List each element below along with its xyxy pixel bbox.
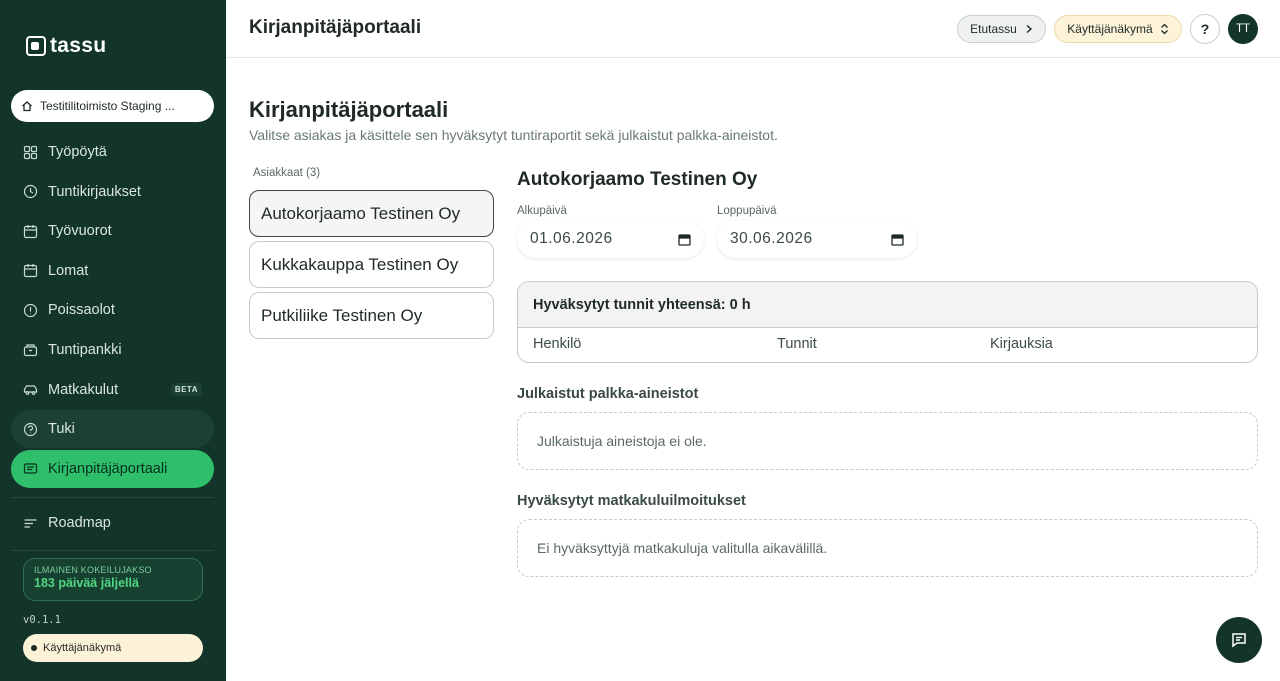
sidebar-item-tyopoyta[interactable]: Työpöytä: [11, 133, 214, 171]
piggy-bank-icon: [23, 344, 38, 357]
column-header-tunnit: Tunnit: [777, 336, 817, 352]
calendar-icon[interactable]: [891, 233, 904, 246]
calendar-icon: [23, 264, 38, 278]
payroll-empty-state: Julkaistuja aineistoja ei ole.: [517, 412, 1258, 470]
page-title: Kirjanpitäjäportaali: [249, 97, 449, 122]
sidebar-item-kirjanpitajaportaali[interactable]: Kirjanpitäjäportaali: [11, 449, 214, 488]
home-icon: [22, 101, 32, 112]
tassu-logo-icon: [26, 36, 46, 56]
help-button[interactable]: ?: [1190, 14, 1220, 44]
beta-badge: BETA: [170, 383, 202, 397]
user-view-label: Käyttäjänäkymä: [43, 642, 122, 654]
payroll-section-title: Julkaistut palkka-aineistot: [517, 386, 699, 402]
id-card-icon: [23, 463, 38, 474]
hours-total: Hyväksytyt tunnit yhteensä: 0 h: [518, 282, 1257, 328]
sidebar-item-tyovuorot[interactable]: Työvuorot: [11, 212, 214, 250]
sidebar-item-label: Tuntikirjaukset: [48, 183, 141, 200]
sidebar-divider: [11, 550, 214, 551]
sidebar-nav: Työpöytä Tuntikirjaukset Työvuorot Lomat…: [11, 133, 214, 489]
sidebar-item-tuntipankki[interactable]: Tuntipankki: [11, 331, 214, 369]
start-date-label: Alkupäivä: [517, 205, 567, 217]
end-date-input[interactable]: 30.06.2026: [717, 220, 917, 258]
grid-icon: [23, 145, 38, 159]
view-switch-button[interactable]: Käyttäjänäkymä: [1054, 15, 1182, 43]
sidebar-item-lomat[interactable]: Lomat: [11, 252, 214, 290]
client-item[interactable]: Putkiliike Testinen Oy: [249, 292, 494, 339]
sidebar-item-label: Poissaolot: [48, 302, 115, 319]
trial-days: 183 päivää jäljellä: [34, 576, 139, 590]
trial-badge: ILMAINEN KOKEILUJAKSO 183 päivää jäljell…: [23, 558, 203, 601]
travel-section-title: Hyväksytyt matkakuluilmoitukset: [517, 493, 746, 509]
sidebar-item-tuntikirjaukset[interactable]: Tuntikirjaukset: [11, 173, 214, 211]
sidebar-item-label: Roadmap: [48, 515, 111, 531]
view-switch-label: Käyttäjänäkymä: [1067, 22, 1153, 36]
clock-icon: [23, 184, 38, 199]
calendar-icon[interactable]: [678, 233, 691, 246]
column-header-kirjauksia: Kirjauksia: [990, 336, 1053, 352]
chevron-right-icon: [1026, 24, 1032, 34]
sidebar-item-label: Työvuorot: [48, 223, 112, 240]
sidebar-item-label: Matkakulut: [48, 381, 119, 398]
organization-name: Testitilitoimisto Staging ...: [40, 99, 175, 113]
car-icon: [23, 385, 38, 395]
chat-button[interactable]: [1216, 617, 1262, 663]
etutassu-button[interactable]: Etutassu: [957, 15, 1046, 43]
clients-label: Asiakkaat (3): [253, 167, 321, 179]
topbar-title: Kirjanpitäjäportaali: [249, 17, 422, 38]
sidebar-item-tuki[interactable]: Tuki: [11, 410, 214, 449]
sidebar-item-roadmap[interactable]: Roadmap: [11, 504, 214, 542]
app-version: v0.1.1: [23, 614, 61, 626]
client-item[interactable]: Autokorjaamo Testinen Oy: [249, 190, 494, 237]
start-date-value: 01.06.2026: [530, 230, 613, 247]
logo[interactable]: tassu: [26, 34, 106, 58]
help-icon: ?: [1200, 21, 1210, 37]
sidebar-item-label: Lomat: [48, 262, 89, 279]
list-icon: [24, 518, 37, 528]
help-circle-icon: [23, 422, 38, 436]
status-dot-icon: [31, 645, 37, 651]
topbar: Kirjanpitäjäportaali Etutassu Käyttäjänä…: [226, 0, 1280, 58]
selected-client-title: Autokorjaamo Testinen Oy: [517, 169, 758, 190]
alert-circle-icon: [23, 303, 38, 317]
avatar[interactable]: TT: [1228, 14, 1258, 44]
sidebar-item-label: Tuntipankki: [48, 341, 122, 358]
column-header-henkilo: Henkilö: [533, 336, 582, 352]
page-subtitle: Valitse asiakas ja käsittele sen hyväksy…: [249, 127, 778, 143]
travel-empty-state: Ei hyväksyttyjä matkakuluja valitulla ai…: [517, 519, 1258, 577]
client-item[interactable]: Kukkakauppa Testinen Oy: [249, 241, 494, 288]
end-date-label: Loppupäivä: [717, 205, 777, 217]
end-date-value: 30.06.2026: [730, 230, 813, 247]
start-date-input[interactable]: 01.06.2026: [517, 220, 704, 258]
calendar-icon: [23, 224, 38, 238]
user-view-toggle[interactable]: Käyttäjänäkymä: [23, 634, 203, 662]
trial-label: ILMAINEN KOKEILUJAKSO: [34, 565, 152, 575]
chevron-up-down-icon: [1160, 23, 1168, 35]
sidebar-roadmap: Roadmap: [11, 504, 214, 544]
sidebar-item-poissaolot[interactable]: Poissaolot: [11, 291, 214, 329]
organization-selector[interactable]: Testitilitoimisto Staging ...: [11, 90, 214, 122]
sidebar-item-label: Kirjanpitäjäportaali: [48, 460, 168, 477]
table-header-row: Henkilö Tunnit Kirjauksia: [518, 328, 1257, 362]
logo-text: tassu: [50, 34, 107, 57]
sidebar-divider: [11, 497, 214, 498]
sidebar: tassu Testitilitoimisto Staging ... Työp…: [0, 0, 226, 681]
sidebar-item-matkakulut[interactable]: Matkakulut BETA: [11, 371, 214, 409]
approved-hours-table: Hyväksytyt tunnit yhteensä: 0 h Henkilö …: [517, 281, 1258, 363]
chat-icon: [1232, 633, 1246, 648]
etutassu-label: Etutassu: [970, 22, 1017, 36]
sidebar-item-label: Tuki: [48, 421, 75, 438]
sidebar-item-label: Työpöytä: [48, 144, 107, 160]
